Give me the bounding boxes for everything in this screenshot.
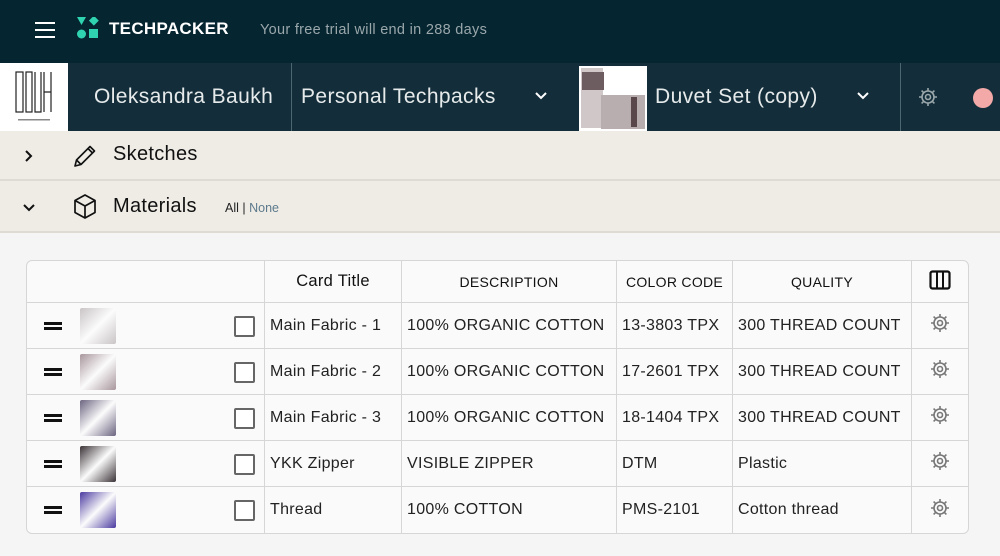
cell-description[interactable]: 100% ORGANIC COTTON xyxy=(402,303,617,349)
row-settings-gear-icon[interactable] xyxy=(930,498,950,518)
table-row[interactable]: YKK Zipper VISIBLE ZIPPER DTM Plastic xyxy=(27,441,968,487)
section-sketches[interactable]: Sketches xyxy=(0,131,1000,181)
chevron-right-icon[interactable] xyxy=(24,149,34,163)
cell-color-code[interactable]: 13-3803 TPX xyxy=(617,303,733,349)
drag-handle-icon[interactable] xyxy=(44,368,62,376)
row-settings-gear-icon[interactable] xyxy=(930,359,950,379)
chevron-down-icon[interactable] xyxy=(534,91,548,101)
cell-description[interactable]: 100% COTTON xyxy=(402,487,617,533)
techpack-selector[interactable]: Duvet Set (copy) xyxy=(655,85,818,109)
material-thumbnail[interactable] xyxy=(80,308,116,344)
cell-card-title[interactable]: Thread xyxy=(265,487,402,533)
top-bar: TECHPACKER Your free trial will end in 2… xyxy=(0,0,1000,63)
row-checkbox[interactable] xyxy=(234,362,255,383)
cell-description[interactable]: 100% ORGANIC COTTON xyxy=(402,349,617,395)
material-thumbnail[interactable] xyxy=(80,354,116,390)
cell-color-code[interactable]: DTM xyxy=(617,441,733,487)
row-settings-gear-icon[interactable] xyxy=(930,313,950,333)
cell-color-code[interactable]: PMS-2101 xyxy=(617,487,733,533)
select-all-link[interactable]: All xyxy=(225,201,239,215)
chevron-down-icon[interactable] xyxy=(22,203,36,213)
materials-table: Card Title DESCRIPTION COLOR CODE QUALIT… xyxy=(26,260,969,534)
context-bar: Oleksandra Baukh Personal Techpacks Duve… xyxy=(0,63,1000,131)
columns-icon[interactable] xyxy=(929,270,951,290)
chevron-down-icon[interactable] xyxy=(856,91,870,101)
material-thumbnail[interactable] xyxy=(80,492,116,528)
row-settings-gear-icon[interactable] xyxy=(930,451,950,471)
column-header-description[interactable]: DESCRIPTION xyxy=(402,261,617,303)
section-title: Sketches xyxy=(113,143,198,165)
cell-color-code[interactable]: 17-2601 TPX xyxy=(617,349,733,395)
cell-card-title[interactable]: YKK Zipper xyxy=(265,441,402,487)
table-row[interactable]: Thread 100% COTTON PMS-2101 Cotton threa… xyxy=(27,487,968,533)
brand-name[interactable]: TECHPACKER xyxy=(109,19,229,39)
material-thumbnail[interactable] xyxy=(80,446,116,482)
cell-quality[interactable]: Cotton thread xyxy=(733,487,912,533)
divider xyxy=(291,63,292,131)
table-row[interactable]: Main Fabric - 2 100% ORGANIC COTTON 17-2… xyxy=(27,349,968,395)
cell-quality[interactable]: 300 THREAD COUNT xyxy=(733,349,912,395)
cell-quality[interactable]: 300 THREAD COUNT xyxy=(733,395,912,441)
row-settings-gear-icon[interactable] xyxy=(930,405,950,425)
cube-icon xyxy=(74,194,96,219)
drag-handle-icon[interactable] xyxy=(44,506,62,514)
cell-color-code[interactable]: 18-1404 TPX xyxy=(617,395,733,441)
table-row[interactable]: Main Fabric - 1 100% ORGANIC COTTON 13-3… xyxy=(27,303,968,349)
cell-card-title[interactable]: Main Fabric - 1 xyxy=(265,303,402,349)
workspace-selector[interactable]: Personal Techpacks xyxy=(301,85,496,109)
column-header-card-title[interactable]: Card Title xyxy=(265,261,402,303)
material-thumbnail[interactable] xyxy=(80,400,116,436)
table-row[interactable]: Main Fabric - 3 100% ORGANIC COTTON 18-1… xyxy=(27,395,968,441)
section-materials[interactable]: Materials All | None xyxy=(0,181,1000,233)
select-none-link[interactable]: None xyxy=(249,201,279,215)
cell-card-title[interactable]: Main Fabric - 2 xyxy=(265,349,402,395)
select-links: All | None xyxy=(225,201,280,215)
techpack-thumbnail[interactable] xyxy=(579,66,647,131)
settings-gear-icon[interactable] xyxy=(918,87,938,107)
column-settings[interactable] xyxy=(912,261,968,303)
cell-card-title[interactable]: Main Fabric - 3 xyxy=(265,395,402,441)
menu-icon[interactable] xyxy=(35,22,55,38)
section-title: Materials xyxy=(113,195,197,217)
cell-description[interactable]: 100% ORGANIC COTTON xyxy=(402,395,617,441)
table-header-row: Card Title DESCRIPTION COLOR CODE QUALIT… xyxy=(27,261,968,303)
drag-handle-icon[interactable] xyxy=(44,322,62,330)
row-checkbox[interactable] xyxy=(234,500,255,521)
column-header-color-code[interactable]: COLOR CODE xyxy=(617,261,733,303)
row-checkbox[interactable] xyxy=(234,408,255,429)
drag-handle-icon[interactable] xyxy=(44,414,62,422)
pencil-icon xyxy=(74,145,96,167)
trial-notice: Your free trial will end in 288 days xyxy=(260,22,488,38)
techpacker-logo-icon xyxy=(77,17,99,39)
company-logo[interactable] xyxy=(0,63,68,131)
drag-handle-icon[interactable] xyxy=(44,460,62,468)
row-checkbox[interactable] xyxy=(234,316,255,337)
divider xyxy=(900,63,901,131)
row-checkbox[interactable] xyxy=(234,454,255,475)
column-header-quality[interactable]: QUALITY xyxy=(733,261,912,303)
cell-description[interactable]: VISIBLE ZIPPER xyxy=(402,441,617,487)
avatar[interactable] xyxy=(973,88,993,108)
user-name[interactable]: Oleksandra Baukh xyxy=(94,85,273,109)
cell-quality[interactable]: 300 THREAD COUNT xyxy=(733,303,912,349)
cell-quality[interactable]: Plastic xyxy=(733,441,912,487)
